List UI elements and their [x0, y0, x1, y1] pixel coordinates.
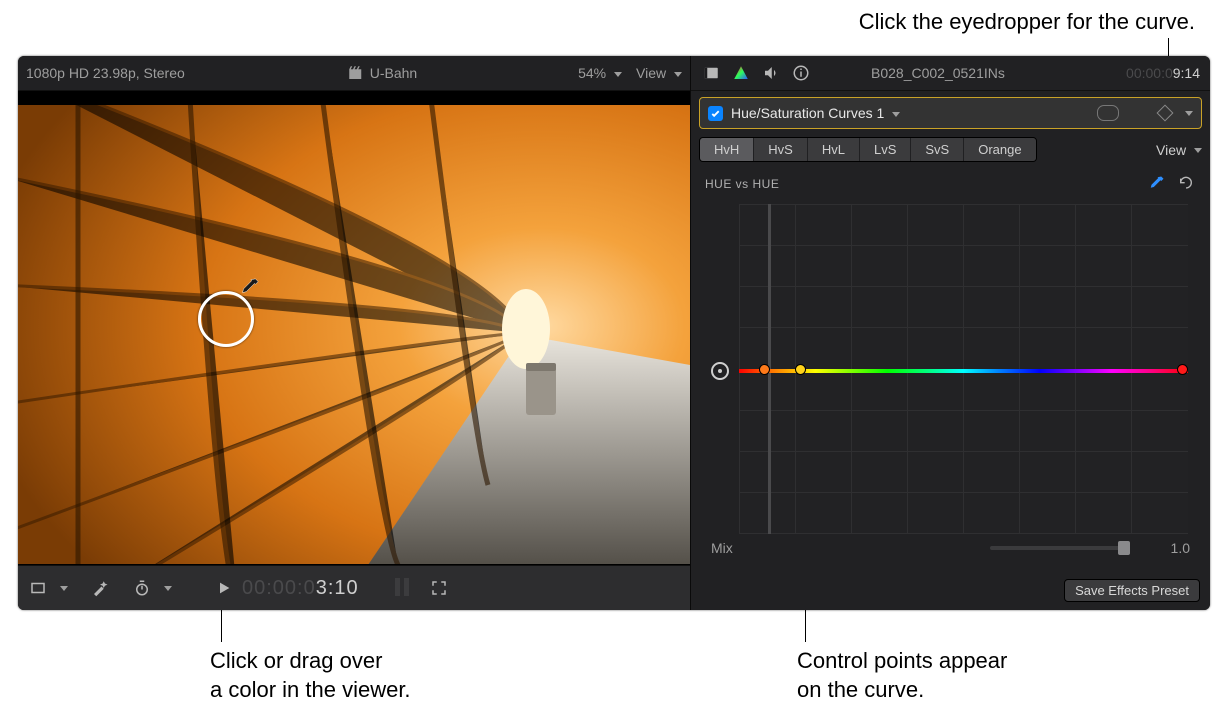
tab-hvl[interactable]: HvL [808, 138, 860, 161]
tab-orange[interactable]: Orange [964, 138, 1035, 161]
eyedropper-icon [238, 277, 260, 299]
mix-value: 1.0 [1150, 540, 1190, 556]
annotation-cp-l2: on the curve. [797, 677, 924, 702]
tab-hvh[interactable]: HvH [700, 138, 754, 161]
viewer-view-label: View [636, 65, 666, 81]
effect-enabled-checkbox[interactable] [708, 106, 723, 121]
inspector-tc-lit: 9:14 [1173, 65, 1200, 81]
mix-label: Mix [711, 540, 733, 556]
clapperboard-icon [346, 63, 366, 83]
save-effects-preset-button[interactable]: Save Effects Preset [1064, 579, 1200, 602]
curve-tabs: HvH HvS HvL LvS SvS Orange View [699, 137, 1202, 162]
curve-plot[interactable] [739, 204, 1188, 534]
viewer-clip-name: U-Bahn [370, 65, 417, 81]
annotation-viewer-l1: Click or drag over [210, 648, 382, 673]
chevron-down-icon [674, 72, 682, 77]
tab-lvs[interactable]: LvS [860, 138, 911, 161]
slider-thumb[interactable] [1118, 541, 1130, 555]
chevron-down-icon [1185, 111, 1193, 116]
inspector-clip-name: B028_C002_0521INs [871, 65, 1005, 81]
viewer-zoom[interactable]: 54% [578, 65, 622, 81]
effect-header[interactable]: Hue/Saturation Curves 1 [699, 97, 1202, 129]
curve-header: HUE vs HUE [691, 162, 1210, 200]
transport-bar: 00:00:03:10 [18, 565, 690, 610]
inspector-view-label: View [1156, 142, 1186, 158]
audio-inspector-icon[interactable] [761, 63, 781, 83]
mix-row: Mix 1.0 [691, 534, 1210, 556]
inspector-view-menu[interactable]: View [1156, 142, 1202, 158]
timecode-lit: 3:10 [316, 577, 359, 599]
crop-menu-icon[interactable] [28, 578, 48, 598]
viewer-zoom-value: 54% [578, 65, 606, 81]
info-inspector-icon[interactable] [791, 63, 811, 83]
color-inspector-icon[interactable] [731, 63, 751, 83]
chevron-down-icon [1194, 148, 1202, 153]
hue-gradient [739, 369, 1188, 373]
audio-meter [393, 574, 413, 603]
curve-eyedropper-icon[interactable] [1146, 174, 1166, 194]
fullscreen-icon[interactable] [429, 578, 449, 598]
mix-slider[interactable] [990, 546, 1130, 550]
app-frame: 1080p HD 23.98p, Stereo U-Bahn 54% View [18, 56, 1210, 610]
chevron-down-icon [614, 72, 622, 77]
keyframe-icon[interactable] [1157, 105, 1174, 122]
curve-tab-segment: HvH HvS HvL LvS SvS Orange [699, 137, 1037, 162]
chevron-down-icon [60, 586, 68, 591]
mask-icon[interactable] [1097, 105, 1119, 121]
control-point[interactable] [1177, 364, 1188, 375]
inspector-top-bar: B028_C002_0521INs 00:00:09:14 [691, 56, 1210, 91]
chevron-down-icon [164, 586, 172, 591]
viewer-format: 1080p HD 23.98p, Stereo [26, 65, 185, 81]
play-icon[interactable] [214, 578, 234, 598]
enhance-icon[interactable] [90, 578, 110, 598]
video-inspector-icon[interactable] [701, 63, 721, 83]
annotation-control-points: Control points appear on the curve. [797, 647, 1007, 704]
viewer-pane: 1080p HD 23.98p, Stereo U-Bahn 54% View [18, 56, 691, 610]
inspector-tc-dim: 00:00:0 [1126, 65, 1173, 81]
inspector-timecode: 00:00:09:14 [1126, 65, 1200, 81]
curve-axis-marker [711, 362, 729, 380]
eyedropper-cursor [198, 291, 258, 351]
control-point[interactable] [759, 364, 770, 375]
tab-hvs[interactable]: HvS [754, 138, 808, 161]
transport-timecode: 00:00:03:10 [242, 577, 359, 600]
effect-name[interactable]: Hue/Saturation Curves 1 [731, 105, 1089, 121]
inspector-pane: B028_C002_0521INs 00:00:09:14 Hue/Satura… [691, 56, 1210, 610]
control-point[interactable] [795, 364, 806, 375]
viewer-image [18, 105, 690, 565]
viewer-canvas[interactable] [18, 91, 690, 565]
tab-svs[interactable]: SvS [911, 138, 964, 161]
effect-name-label: Hue/Saturation Curves 1 [731, 105, 884, 121]
annotation-eyedropper: Click the eyedropper for the curve. [595, 8, 1195, 37]
retime-icon[interactable] [132, 578, 152, 598]
reset-icon[interactable] [1176, 174, 1196, 194]
annotation-viewer-l2: a color in the viewer. [210, 677, 411, 702]
chevron-down-icon [892, 112, 900, 117]
viewer-top-bar: 1080p HD 23.98p, Stereo U-Bahn 54% View [18, 56, 690, 91]
annotation-cp-l1: Control points appear [797, 648, 1007, 673]
annotation-viewer: Click or drag over a color in the viewer… [210, 647, 411, 704]
timecode-dim: 00:00:0 [242, 577, 316, 599]
loupe-icon [198, 291, 254, 347]
curve-title: HUE vs HUE [705, 177, 779, 191]
viewer-view-menu[interactable]: View [636, 65, 682, 81]
